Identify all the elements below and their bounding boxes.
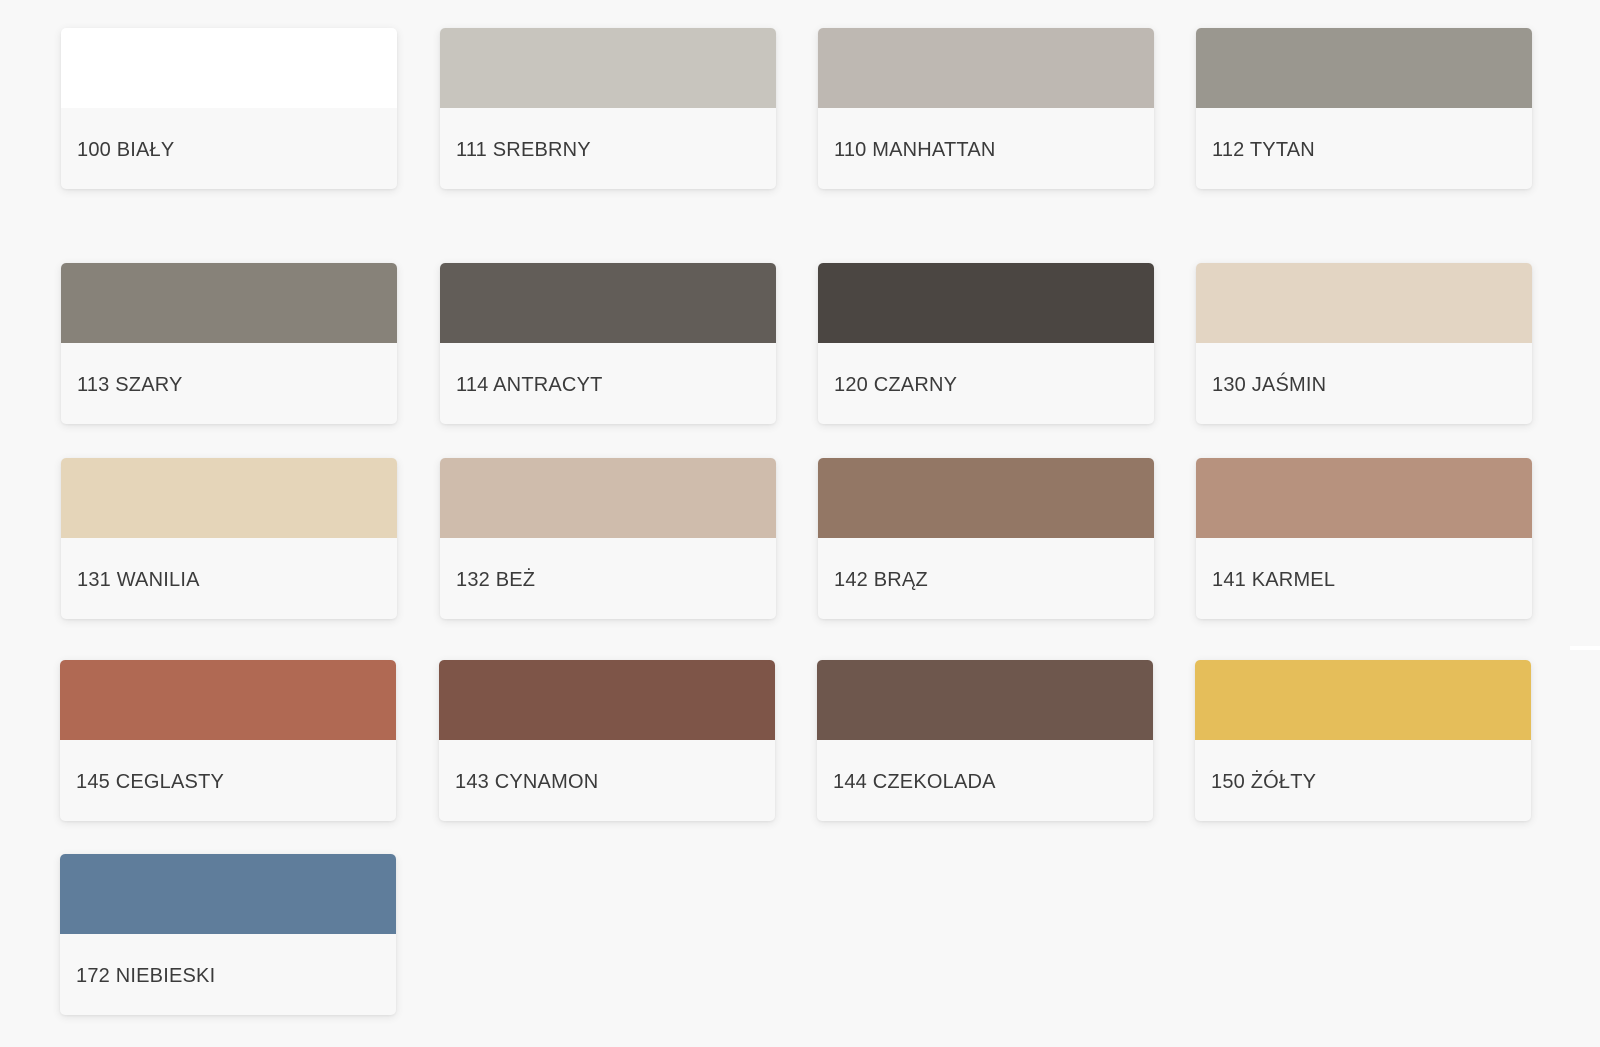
swatch-card-113[interactable]: 113 SZARY <box>61 263 397 424</box>
swatch-label: 100 BIAŁY <box>77 139 175 161</box>
color-chip <box>61 28 397 108</box>
swatch-card-120[interactable]: 120 CZARNY <box>818 263 1154 424</box>
color-chip <box>1196 28 1532 108</box>
color-chip <box>61 263 397 343</box>
color-chip <box>440 28 776 108</box>
swatch-card-150[interactable]: 150 ŻÓŁTY <box>1195 660 1531 821</box>
swatch-card-132[interactable]: 132 BEŻ <box>440 458 776 619</box>
swatch-card-114[interactable]: 114 ANTRACYT <box>440 263 776 424</box>
color-chip <box>817 660 1153 740</box>
color-chip <box>61 458 397 538</box>
color-chip <box>440 458 776 538</box>
swatch-label: 145 CEGLASTY <box>76 771 225 793</box>
color-chip <box>60 854 396 934</box>
swatch-card-144[interactable]: 144 CZEKOLADA <box>817 660 1153 821</box>
swatch-card-143[interactable]: 143 CYNAMON <box>439 660 775 821</box>
color-chip <box>439 660 775 740</box>
edge-marker <box>1570 646 1600 650</box>
color-chip <box>1195 660 1531 740</box>
swatch-label: 150 ŻÓŁTY <box>1211 771 1317 793</box>
swatch-card-145[interactable]: 145 CEGLASTY <box>60 660 396 821</box>
swatch-card-172[interactable]: 172 NIEBIESKI <box>60 854 396 1015</box>
swatch-label: 114 ANTRACYT <box>456 374 603 396</box>
swatch-card-130[interactable]: 130 JAŚMIN <box>1196 263 1532 424</box>
swatch-label: 110 MANHATTAN <box>834 139 996 161</box>
color-chip <box>1196 263 1532 343</box>
swatch-label: 112 TYTAN <box>1212 139 1315 161</box>
swatch-label: 172 NIEBIESKI <box>76 965 216 987</box>
swatch-label: 144 CZEKOLADA <box>833 771 996 793</box>
swatch-label: 131 WANILIA <box>77 569 200 591</box>
swatch-card-112[interactable]: 112 TYTAN <box>1196 28 1532 189</box>
swatch-label: 132 BEŻ <box>456 569 536 591</box>
swatch-label: 141 KARMEL <box>1212 569 1336 591</box>
swatch-card-100[interactable]: 100 BIAŁY <box>61 28 397 189</box>
swatch-card-142[interactable]: 142 BRĄZ <box>818 458 1154 619</box>
color-swatch-grid: 100 BIAŁY 111 SREBRNY 110 MANHATTAN 112 TYT… <box>0 0 1600 1047</box>
swatch-label: 142 BRĄZ <box>834 569 928 591</box>
swatch-label: 130 JAŚMIN <box>1212 374 1327 396</box>
swatch-label: 111 SREBRNY <box>456 139 591 161</box>
swatch-label: 143 CYNAMON <box>455 771 599 793</box>
color-chip <box>818 263 1154 343</box>
color-chip <box>1196 458 1532 538</box>
color-chip <box>818 458 1154 538</box>
swatch-label: 113 SZARY <box>77 374 183 396</box>
swatch-card-111[interactable]: 111 SREBRNY <box>440 28 776 189</box>
color-chip <box>60 660 396 740</box>
color-chip <box>818 28 1154 108</box>
swatch-card-110[interactable]: 110 MANHATTAN <box>818 28 1154 189</box>
swatch-label: 120 CZARNY <box>834 374 958 396</box>
swatch-card-131[interactable]: 131 WANILIA <box>61 458 397 619</box>
swatch-card-141[interactable]: 141 KARMEL <box>1196 458 1532 619</box>
color-chip <box>440 263 776 343</box>
